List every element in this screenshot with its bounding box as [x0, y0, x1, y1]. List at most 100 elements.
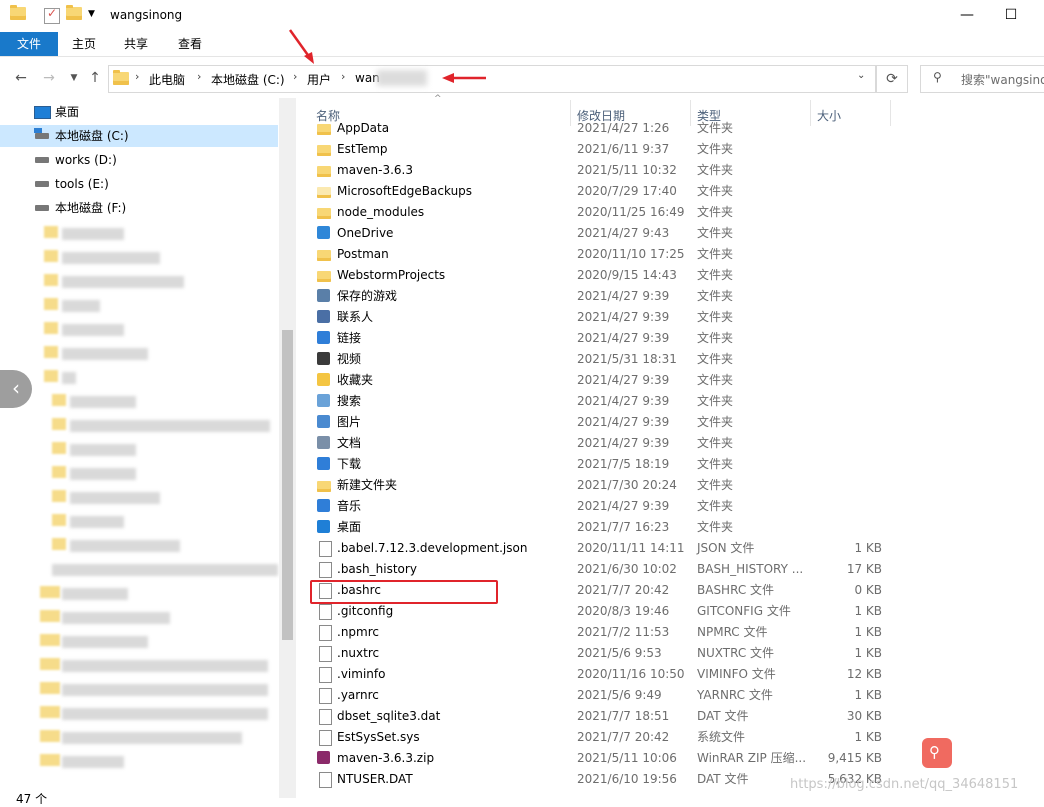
file-row[interactable]: .yarnrc 2021/5/6 9:49 YARNRC 文件 1 KB — [310, 685, 900, 706]
file-name: 下载 — [337, 457, 362, 471]
file-row[interactable]: 桌面 2021/7/7 16:23 文件夹 — [310, 517, 900, 538]
file-size: 12 KB — [846, 667, 882, 681]
file-row[interactable]: .npmrc 2021/7/2 11:53 NPMRC 文件 1 KB — [310, 622, 900, 643]
chevron-right-icon[interactable]: › — [341, 70, 345, 83]
tab-share[interactable]: 共享 — [114, 32, 158, 56]
file-name: Postman — [337, 247, 389, 261]
folder-icon — [317, 121, 332, 136]
nav-item-works-d[interactable]: works (D:) — [0, 149, 278, 171]
file-type: 文件夹 — [697, 310, 734, 324]
file-row[interactable]: 图片 2021/4/27 9:39 文件夹 — [310, 412, 900, 433]
nav-item-tools-e[interactable]: tools (E:) — [0, 173, 278, 195]
file-row[interactable]: 保存的游戏 2021/4/27 9:39 文件夹 — [310, 286, 900, 307]
file-date: 2021/5/6 9:53 — [577, 646, 662, 660]
refresh-button[interactable]: ⟳ — [876, 65, 908, 93]
file-icon — [317, 541, 332, 557]
file-row[interactable]: .nuxtrc 2021/5/6 9:53 NUXTRC 文件 1 KB — [310, 643, 900, 664]
chevron-right-icon[interactable]: › — [293, 70, 297, 83]
tab-file[interactable]: 文件 — [0, 32, 58, 56]
new-folder-icon[interactable] — [66, 5, 82, 23]
tab-view[interactable]: 查看 — [168, 32, 212, 56]
address-dropdown-chevron-icon[interactable]: ⌄ — [857, 70, 865, 81]
file-name: node_modules — [337, 205, 425, 219]
file-row[interactable]: .babel.7.12.3.development.json 2020/11/11… — [310, 538, 900, 559]
file-row[interactable]: OneDrive 2021/4/27 9:43 文件夹 — [310, 223, 900, 244]
floating-search-button[interactable]: ⚲ — [922, 738, 952, 768]
documents-icon — [317, 436, 332, 451]
file-size: 30 KB — [846, 709, 882, 723]
folder-icon — [317, 163, 332, 178]
search-icon: ⚲ — [933, 70, 942, 84]
address-bar[interactable]: › 此电脑 › 本地磁盘 (C:) › 用户 › wan ⌄ — [108, 65, 876, 93]
file-type: 文件夹 — [697, 394, 734, 408]
recent-locations-chevron-icon[interactable]: ▼ — [64, 68, 84, 88]
file-row[interactable]: MicrosoftEdgeBackups 2020/7/29 17:40 文件夹 — [310, 181, 900, 202]
forward-arrow-icon[interactable]: → — [39, 68, 59, 88]
back-arrow-icon[interactable]: ← — [11, 68, 31, 88]
file-row[interactable]: node_modules 2020/11/25 16:49 文件夹 — [310, 202, 900, 223]
file-type: 文件夹 — [697, 436, 734, 450]
drive-icon — [35, 181, 49, 187]
file-row[interactable]: 视频 2021/5/31 18:31 文件夹 — [310, 349, 900, 370]
file-row[interactable]: .viminfo 2020/11/16 10:50 VIMINFO 文件 12 KB — [310, 664, 900, 685]
breadcrumb-this-pc[interactable]: 此电脑 — [149, 71, 185, 88]
file-name: .viminfo — [337, 667, 386, 681]
file-row[interactable]: EstSysSet.sys 2021/7/7 20:42 系统文件 1 KB — [310, 727, 900, 748]
nav-scrollbar-thumb[interactable] — [282, 330, 293, 640]
file-date: 2020/7/29 17:40 — [577, 184, 677, 198]
properties-icon[interactable]: ✓ — [44, 6, 60, 24]
file-type: 文件夹 — [697, 289, 734, 303]
file-date: 2021/4/27 9:39 — [577, 373, 670, 387]
file-row[interactable]: 搜索 2021/4/27 9:39 文件夹 — [310, 391, 900, 412]
file-row[interactable]: 下载 2021/7/5 18:19 文件夹 — [310, 454, 900, 475]
file-row[interactable]: 联系人 2021/4/27 9:39 文件夹 — [310, 307, 900, 328]
file-row[interactable]: .bash_history 2021/6/30 10:02 BASH_HISTORY… — [310, 559, 900, 580]
file-type: 文件夹 — [697, 226, 734, 240]
file-row[interactable]: 收藏夹 2021/4/27 9:39 文件夹 — [310, 370, 900, 391]
file-name: EstSysSet.sys — [337, 730, 420, 744]
breadcrumb-local-disk-c[interactable]: 本地磁盘 (C:) — [211, 71, 285, 88]
file-icon — [317, 730, 332, 746]
file-type: 系统文件 — [697, 730, 746, 744]
file-date: 2020/11/10 17:25 — [577, 247, 685, 261]
breadcrumb-users[interactable]: 用户 — [307, 71, 331, 88]
file-row[interactable]: maven-3.6.3.zip 2021/5/11 10:06 WinRAR ZIP… — [310, 748, 900, 769]
item-count: 47 个 — [16, 792, 48, 806]
file-row[interactable]: maven-3.6.3 2021/5/11 10:32 文件夹 — [310, 160, 900, 181]
title-bar: ✓ ▼ wangsinong — ☐ — [0, 0, 1044, 32]
tab-home[interactable]: 主页 — [62, 32, 106, 56]
search-input[interactable]: ⚲ 搜索"wangsinong — [920, 65, 1044, 93]
file-name: 联系人 — [337, 310, 374, 324]
file-type: 文件夹 — [697, 247, 734, 261]
up-arrow-icon[interactable]: ↑ — [85, 68, 105, 88]
file-row[interactable]: dbset_sqlite3.dat 2021/7/7 18:51 DAT 文件 30 … — [310, 706, 900, 727]
file-row[interactable]: Postman 2020/11/10 17:25 文件夹 — [310, 244, 900, 265]
maximize-button[interactable]: ☐ — [988, 0, 1034, 32]
nav-item-label: tools (E:) — [55, 177, 109, 191]
file-size: 1 KB — [854, 604, 882, 618]
file-type: 文件夹 — [697, 478, 734, 492]
file-row[interactable]: 音乐 2021/4/27 9:39 文件夹 — [310, 496, 900, 517]
file-name: 新建文件夹 — [337, 478, 398, 492]
file-type: WinRAR ZIP 压缩... — [697, 751, 807, 765]
file-type: 文件夹 — [697, 415, 734, 429]
ribbon-tabs: 文件 主页 共享 查看 — [0, 32, 1044, 57]
file-row[interactable]: 文档 2021/4/27 9:39 文件夹 — [310, 433, 900, 454]
nav-item-local-disk-f[interactable]: 本地磁盘 (F:) — [0, 197, 278, 219]
nav-item-local-disk-c[interactable]: 本地磁盘 (C:) — [0, 125, 278, 147]
file-name: 视频 — [337, 352, 362, 366]
chevron-right-icon[interactable]: › — [197, 70, 201, 83]
chevron-down-icon[interactable]: ▼ — [88, 9, 95, 19]
file-row[interactable]: EstTemp 2021/6/11 9:37 文件夹 — [310, 139, 900, 160]
file-row[interactable]: AppData 2021/4/27 1:26 文件夹 — [310, 118, 900, 139]
file-row[interactable]: WebstormProjects 2020/9/15 14:43 文件夹 — [310, 265, 900, 286]
nav-item-desktop[interactable]: 桌面 — [0, 101, 278, 123]
folder-icon — [317, 478, 332, 493]
file-row[interactable]: .gitconfig 2020/8/3 19:46 GITCONFIG 文件 1 KB — [310, 601, 900, 622]
minimize-button[interactable]: — — [944, 0, 990, 32]
file-row[interactable]: 链接 2021/4/27 9:39 文件夹 — [310, 328, 900, 349]
file-row[interactable]: 新建文件夹 2021/7/30 20:24 文件夹 — [310, 475, 900, 496]
file-type: 文件夹 — [697, 205, 734, 219]
file-icon — [317, 604, 332, 620]
pictures-icon — [317, 415, 332, 430]
